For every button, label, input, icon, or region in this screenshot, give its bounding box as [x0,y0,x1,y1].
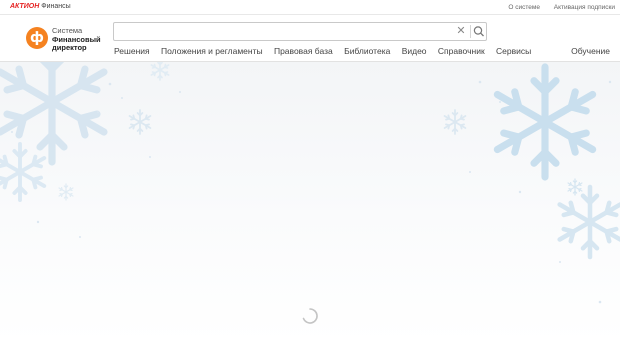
search-button[interactable] [471,23,487,40]
nav-item-regulations[interactable]: Положения и регламенты [161,46,263,56]
clear-icon[interactable]: ✕ [454,23,468,40]
about-system-link[interactable]: О системе [508,4,540,11]
activate-subscription-link[interactable]: Активация подписки [554,4,615,11]
system-logo-text[interactable]: Система Финансовый директор [52,26,114,53]
nav-item-services[interactable]: Сервисы [496,46,531,56]
search-icon [473,26,484,37]
brand-section: Финансы [41,3,71,10]
content-background [0,62,620,343]
nav-item-training[interactable]: Обучение [571,46,610,56]
loading-spinner-icon [302,308,318,324]
snowflake-decoration [0,62,620,304]
nav-item-video[interactable]: Видео [402,46,427,56]
system-logo-icon[interactable]: ф [26,27,48,49]
nav-item-legal-base[interactable]: Правовая база [274,46,333,56]
nav-item-library[interactable]: Библиотека [344,46,390,56]
search-box: ✕ [113,22,487,41]
brand-logo[interactable]: АКТИОН Финансы [10,2,71,12]
main-nav: Решения Положения и регламенты Правовая … [114,46,540,56]
logo-line-3: директор [52,43,87,53]
header: ф Система Финансовый директор ✕ Решения … [0,15,620,62]
nav-item-reference[interactable]: Справочник [438,46,485,56]
top-bar: АКТИОН Финансы О системе Активация подпис… [0,0,620,15]
search-input[interactable] [114,23,449,40]
nav-item-solutions[interactable]: Решения [114,46,150,56]
brand-name: АКТИОН [10,3,40,10]
top-links: О системе Активация подписки [496,3,615,12]
